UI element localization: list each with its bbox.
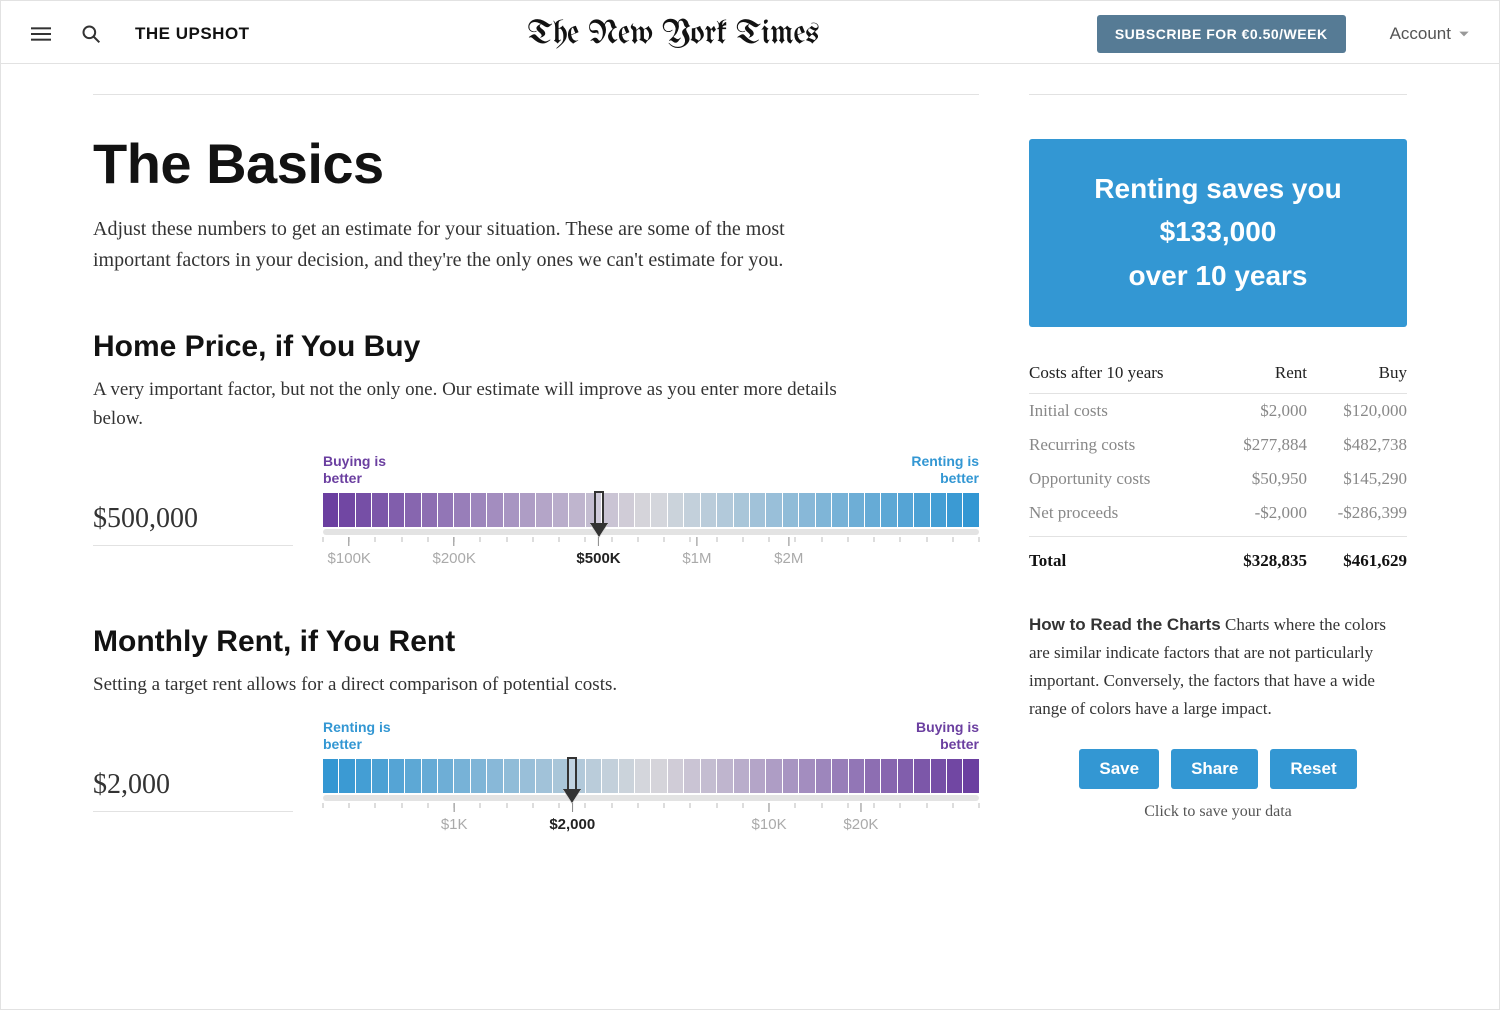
costs-total: Total $328,835 $461,629 (1029, 536, 1407, 585)
total-buy: $461,629 (1307, 551, 1407, 571)
rent-sub: Setting a target rent allows for a direc… (93, 671, 853, 700)
costs-title: Costs after 10 years (1029, 363, 1207, 383)
nyt-logo[interactable]: The New York Times (276, 16, 1071, 52)
home-slider-ticks: $100K$200K$500K$1M$2M (323, 537, 979, 571)
howto-text: How to Read the Charts Charts where the … (1029, 611, 1407, 723)
rent-labels: Renting is better Buying is better (323, 719, 979, 753)
summary-line3: over 10 years (1049, 254, 1387, 297)
home-price-slider-col: Buying is better Renting is better $100K… (323, 453, 979, 571)
howto-bold: How to Read the Charts (1029, 615, 1221, 634)
home-price-slider: $500,000 Buying is better Renting is bet… (93, 453, 979, 571)
account-menu[interactable]: Account (1390, 24, 1471, 44)
rent-slider-ticks: $1K$2,000$10K$20K (323, 803, 979, 837)
side-column: Renting saves you $133,000 over 10 years… (1029, 64, 1407, 837)
main-column: The Basics Adjust these numbers to get a… (93, 64, 979, 837)
home-price-heading: Home Price, if You Buy (93, 330, 979, 364)
rent-right-label: Buying is better (899, 719, 979, 753)
home-price-value-col: $500,000 (93, 453, 293, 546)
home-slider-track[interactable] (323, 529, 979, 535)
cost-row: Opportunity costs$50,950$145,290 (1029, 462, 1407, 496)
summary-line1: Renting saves you (1049, 167, 1387, 210)
search-icon[interactable] (79, 22, 103, 46)
home-right-label: Renting is better (899, 453, 979, 487)
home-slider-bars[interactable] (323, 493, 979, 527)
save-button[interactable]: Save (1079, 749, 1159, 789)
total-label: Total (1029, 551, 1207, 571)
side-top-rule (1029, 94, 1407, 95)
rent-slider: $2,000 Renting is better Buying is bette… (93, 719, 979, 837)
subscribe-button[interactable]: SUBSCRIBE FOR €0.50/WEEK (1097, 15, 1346, 53)
home-price-value[interactable]: $500,000 (93, 497, 293, 546)
cost-row: Recurring costs$277,884$482,738 (1029, 428, 1407, 462)
summary-box: Renting saves you $133,000 over 10 years (1029, 139, 1407, 327)
rent-value[interactable]: $2,000 (93, 763, 293, 812)
page-title: The Basics (93, 131, 979, 196)
chevron-down-icon (1457, 27, 1471, 41)
costs-rows: Initial costs$2,000$120,000Recurring cos… (1029, 394, 1407, 530)
rent-left-label: Renting is better (323, 719, 403, 753)
costs-col-buy: Buy (1307, 363, 1407, 383)
account-label: Account (1390, 24, 1451, 44)
menu-icon[interactable] (29, 22, 53, 46)
save-note: Click to save your data (1029, 803, 1407, 821)
home-price-sub: A very important factor, but not the onl… (93, 376, 853, 433)
top-rule (93, 94, 979, 95)
page-lead: Adjust these numbers to get an estimate … (93, 214, 853, 276)
button-row: Save Share Reset (1029, 749, 1407, 789)
home-price-labels: Buying is better Renting is better (323, 453, 979, 487)
cost-row: Initial costs$2,000$120,000 (1029, 394, 1407, 428)
rent-slider-track[interactable] (323, 795, 979, 801)
reset-button[interactable]: Reset (1270, 749, 1356, 789)
cost-row: Net proceeds-$2,000-$286,399 (1029, 496, 1407, 530)
rent-heading: Monthly Rent, if You Rent (93, 625, 979, 659)
total-rent: $328,835 (1207, 551, 1307, 571)
rent-slider-col: Renting is better Buying is better $1K$2… (323, 719, 979, 837)
summary-line2: $133,000 (1049, 210, 1387, 253)
costs-col-rent: Rent (1207, 363, 1307, 383)
costs-header: Costs after 10 years Rent Buy (1029, 363, 1407, 394)
share-button[interactable]: Share (1171, 749, 1258, 789)
rent-slider-bars[interactable] (323, 759, 979, 793)
page-body: The Basics Adjust these numbers to get a… (1, 64, 1499, 837)
section-name[interactable]: THE UPSHOT (135, 24, 250, 44)
rent-value-col: $2,000 (93, 719, 293, 812)
home-left-label: Buying is better (323, 453, 403, 487)
site-header: THE UPSHOT The New York Times SUBSCRIBE … (1, 1, 1499, 64)
